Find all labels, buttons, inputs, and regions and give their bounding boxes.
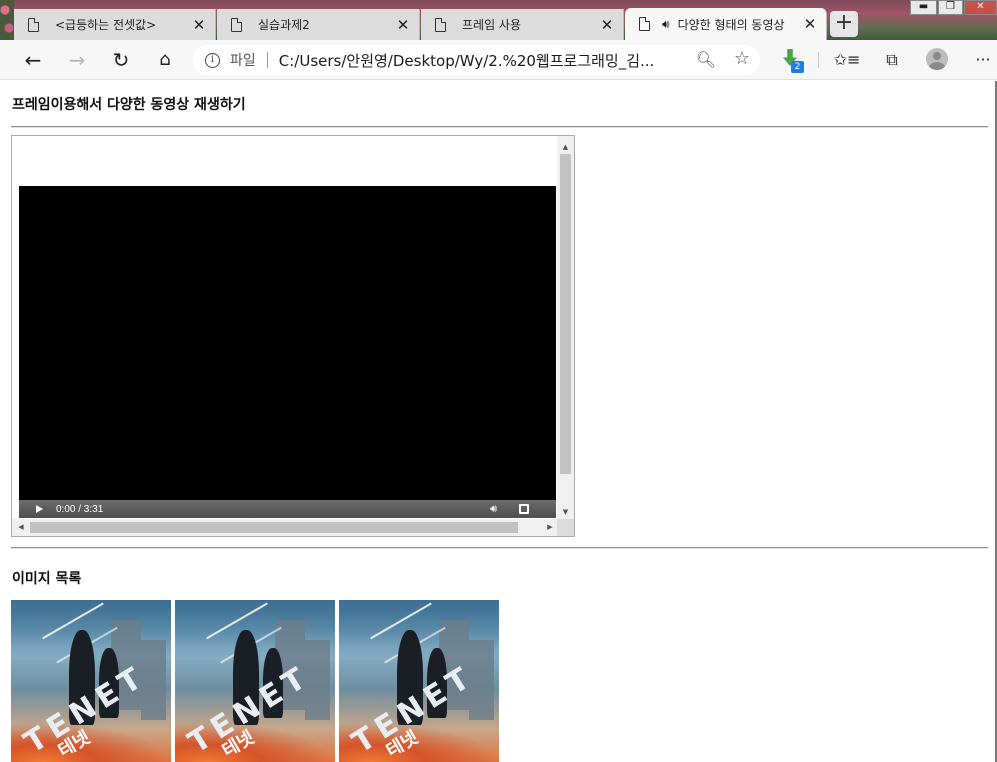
tab-strip: <급등하는 전셋값> ✕ 실습과제2 ✕ 프레임 사용 ✕ 🔊︎ 다양한 형태의… — [0, 0, 997, 40]
zoom-icon[interactable]: 🔍︎ — [696, 50, 716, 69]
scroll-up-arrow-icon[interactable]: ▲ — [557, 140, 574, 154]
scroll-down-arrow-icon[interactable]: ▼ — [557, 505, 574, 519]
scroll-thumb[interactable] — [560, 154, 571, 474]
scroll-right-arrow-icon[interactable]: ▶ — [543, 519, 557, 536]
close-icon[interactable]: ✕ — [802, 15, 818, 33]
protocol-label: 파일 — [230, 53, 256, 69]
back-arrow-icon[interactable]: ← — [19, 47, 47, 73]
iframe-horizontal-scrollbar[interactable]: ◀ ▶ — [12, 519, 557, 536]
refresh-icon[interactable]: ↻ — [107, 47, 135, 73]
page-content: 프레임이용해서 다양한 동영상 재생하기 0:00 / 3:31 🔊︎ ▲ ▼ … — [0, 81, 997, 762]
close-icon[interactable]: ✕ — [599, 16, 615, 34]
more-menu-icon[interactable]: ··· — [969, 47, 997, 73]
address-bar[interactable]: i 파일 C:/Users/안원영/Desktop/Wy/2.%20웹프로그래밍… — [193, 45, 760, 75]
close-icon[interactable]: ✕ — [395, 16, 411, 34]
divider-top — [11, 126, 988, 128]
window-close-button[interactable]: ✕ — [964, 0, 997, 15]
video-controls: 0:00 / 3:31 🔊︎ — [19, 500, 556, 518]
page-icon — [639, 17, 650, 31]
image-gallery: TENET 테넷 TENET 테넷 TENET 테넷 — [11, 600, 503, 762]
scrollbar-corner — [557, 519, 574, 536]
scroll-left-arrow-icon[interactable]: ◀ — [14, 519, 28, 536]
video-iframe[interactable]: 0:00 / 3:31 🔊︎ ▲ ▼ ◀ ▶ — [11, 135, 575, 537]
images-heading: 이미지 목록 — [12, 571, 82, 587]
profile-avatar[interactable] — [926, 48, 948, 70]
download-extension-icon[interactable]: 2 — [780, 48, 806, 74]
tab-3[interactable]: 프레임 사용 ✕ — [421, 9, 624, 40]
scroll-thumb[interactable] — [30, 522, 518, 533]
favorites-icon[interactable]: ✩≡ — [833, 47, 861, 73]
extension-badge: 2 — [791, 61, 804, 73]
close-icon[interactable]: ✕ — [191, 16, 207, 34]
play-icon[interactable] — [36, 505, 43, 513]
page-heading: 프레임이용해서 다양한 동영상 재생하기 — [12, 97, 246, 113]
tab-title: 다양한 형태의 동영상 — [677, 17, 785, 32]
video-player[interactable]: 0:00 / 3:31 🔊︎ — [19, 186, 556, 518]
toolbar-divider — [818, 52, 819, 68]
tenet-poster-image: TENET 테넷 — [175, 600, 335, 762]
speaker-icon[interactable]: 🔊︎ — [662, 17, 670, 32]
page-icon — [28, 17, 39, 32]
tab-4-active[interactable]: 🔊︎ 다양한 형태의 동영상 ✕ — [625, 8, 827, 40]
address-separator — [266, 52, 268, 68]
collections-icon[interactable]: ⧉ — [878, 47, 906, 73]
tab-title: <급등하는 전셋값> — [55, 18, 157, 32]
forward-arrow-icon[interactable]: → — [63, 47, 91, 73]
url-text[interactable]: C:/Users/안원영/Desktop/Wy/2.%20웹프로그래밍_김... — [279, 50, 674, 71]
tenet-poster-image: TENET 테넷 — [11, 600, 171, 762]
tab-title: 프레임 사용 — [462, 18, 522, 32]
tenet-poster-image: TENET 테넷 — [339, 600, 499, 762]
restore-button[interactable]: ❐ — [938, 0, 963, 15]
volume-icon[interactable]: 🔊︎ — [490, 503, 497, 516]
tab-title: 실습과제2 — [258, 18, 310, 32]
page-icon — [435, 17, 446, 32]
fullscreen-icon[interactable] — [519, 504, 529, 514]
divider-bottom — [11, 547, 988, 549]
page-icon — [231, 17, 242, 32]
minimize-button[interactable]: ▬ — [910, 0, 937, 15]
favorite-star-icon[interactable]: ☆ — [734, 48, 750, 69]
video-time: 0:00 / 3:31 — [56, 503, 104, 515]
tab-2[interactable]: 실습과제2 ✕ — [217, 9, 420, 40]
new-tab-button[interactable]: + — [830, 11, 858, 37]
home-icon[interactable]: ⌂ — [151, 47, 179, 73]
iframe-vertical-scrollbar[interactable]: ▲ ▼ — [557, 136, 574, 519]
info-icon[interactable]: i — [205, 52, 220, 68]
tab-1[interactable]: <급등하는 전셋값> ✕ — [14, 9, 216, 40]
